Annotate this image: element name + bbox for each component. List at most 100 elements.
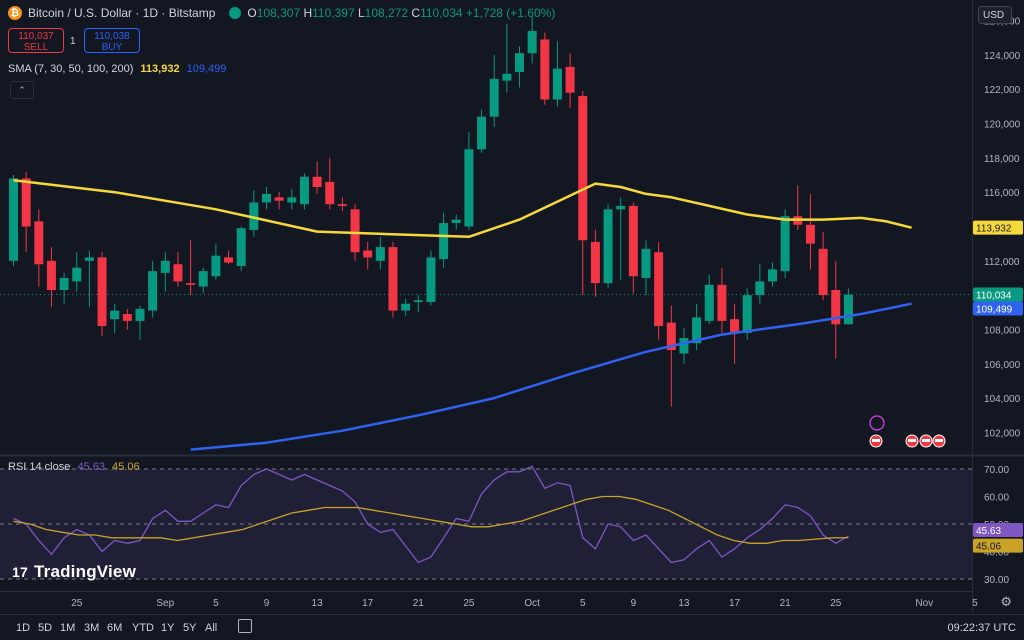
- candle-body: [84, 257, 94, 261]
- candle-body: [46, 260, 56, 290]
- time-tick-label: 25: [463, 598, 475, 609]
- candle-body: [198, 271, 208, 287]
- ohlc-values: O108,307 H110,397 L108,272 C110,034 +1,7…: [247, 6, 556, 20]
- rsi-value: 45.63: [77, 461, 105, 473]
- rsi-tick-label: 70.00: [984, 465, 1009, 476]
- rsi-legend[interactable]: RSI 14 close 45.63 45.06: [8, 461, 140, 473]
- candle-body: [59, 277, 69, 290]
- goto-date-calendar-icon[interactable]: [238, 619, 252, 633]
- candle-body: [603, 209, 613, 284]
- price-tick-label: 116,000: [984, 188, 1020, 199]
- order-quantity[interactable]: 1: [70, 36, 76, 47]
- candle-body: [160, 260, 170, 273]
- candle-body: [375, 247, 385, 261]
- candle-body: [363, 250, 373, 258]
- price-tick-label: 124,000: [984, 51, 1021, 62]
- event-flag-stripe: [908, 439, 916, 442]
- time-tick-label: 21: [413, 598, 425, 609]
- candle-body: [148, 271, 158, 311]
- sma-legend[interactable]: SMA (7, 30, 50, 100, 200) 113,932 109,49…: [8, 63, 226, 75]
- collapse-legend-button[interactable]: ⌃: [10, 81, 34, 99]
- candle-body: [489, 78, 499, 117]
- candle-body: [843, 294, 853, 325]
- range-ytd[interactable]: YTD: [132, 622, 154, 634]
- candle-body: [502, 73, 512, 81]
- time-tick-label: 13: [678, 598, 690, 609]
- settings-gear-icon[interactable]: ⚙: [1000, 594, 1012, 610]
- candle-body: [628, 205, 638, 277]
- candle-body: [464, 149, 474, 227]
- range-1d[interactable]: 1D: [16, 622, 30, 634]
- candle-body: [401, 303, 411, 311]
- candle-body: [818, 248, 828, 296]
- candle-body: [742, 295, 752, 333]
- candle-body: [780, 216, 790, 272]
- time-tick-label: Oct: [524, 598, 540, 609]
- time-tick-label: 17: [362, 598, 374, 609]
- sma-label: SMA (7, 30, 50, 100, 200): [8, 63, 134, 75]
- price-chart[interactable]: 102,000104,000106,000108,000110,000112,0…: [0, 0, 1024, 640]
- candle-body: [325, 181, 335, 205]
- price-tick-label: 102,000: [984, 428, 1021, 439]
- range-all[interactable]: All: [205, 622, 217, 634]
- rsi-label: RSI 14 close: [8, 461, 71, 473]
- candle-body: [552, 68, 562, 100]
- candle-body: [805, 224, 815, 244]
- candle-body: [274, 197, 284, 201]
- candle-body: [287, 197, 297, 203]
- candle-body: [426, 257, 436, 302]
- tradingview-logo-text: TradingView: [33, 562, 137, 581]
- range-6m[interactable]: 6M: [107, 622, 122, 634]
- range-3m[interactable]: 3M: [84, 622, 99, 634]
- candle-body: [515, 53, 524, 73]
- rsi-axis-badge-label: 45.63: [976, 526, 1001, 537]
- candle-body: [590, 241, 600, 284]
- range-1y[interactable]: 1Y: [161, 622, 174, 634]
- symbol-title[interactable]: Bitcoin / U.S. Dollar · 1D · Bitstamp: [28, 6, 215, 20]
- tradingview-logo-mark: 17: [12, 564, 28, 580]
- rsi-tick-label: 60.00: [984, 493, 1009, 504]
- price-tick-label: 120,000: [984, 120, 1021, 131]
- price-axis-badge-label: 109,499: [976, 305, 1013, 316]
- time-tick-label: 25: [71, 598, 83, 609]
- candle-body: [211, 255, 221, 277]
- candle-body: [565, 66, 575, 93]
- time-tick-label: 5: [213, 598, 219, 609]
- candle-body: [262, 193, 271, 203]
- candle-body: [755, 281, 765, 296]
- utc-clock: 09:22:37 UTC: [947, 622, 1016, 634]
- market-open-icon: [229, 7, 242, 19]
- price-tick-label: 118,000: [984, 154, 1020, 165]
- currency-selector[interactable]: USD: [978, 6, 1012, 24]
- time-tick-label: 25: [830, 598, 842, 609]
- candle-body: [578, 96, 588, 241]
- rsi-tick-label: 30.00: [984, 575, 1009, 586]
- candle-body: [312, 176, 322, 188]
- range-1m[interactable]: 1M: [60, 622, 75, 634]
- price-axis-badge-label: 110,034: [976, 291, 1012, 302]
- candle-body: [135, 308, 145, 321]
- candle-body: [768, 269, 777, 282]
- range-5d[interactable]: 5D: [38, 622, 52, 634]
- candle-body: [110, 310, 120, 320]
- time-tick-label: 5: [972, 598, 978, 609]
- time-tick-label: 9: [631, 598, 637, 609]
- candle-body: [173, 264, 183, 282]
- candle-body: [388, 247, 398, 311]
- time-tick-label: 21: [780, 598, 792, 609]
- sma-value-short: 113,932: [140, 63, 180, 75]
- range-5y[interactable]: 5Y: [183, 622, 196, 634]
- chart-header: ₿ Bitcoin / U.S. Dollar · 1D · Bitstamp …: [8, 6, 555, 20]
- candle-body: [186, 283, 196, 285]
- candle-body: [9, 178, 18, 261]
- candle-body: [350, 209, 360, 253]
- candle-body: [451, 219, 461, 224]
- candle-body: [679, 338, 689, 354]
- candle-body: [641, 248, 651, 278]
- sell-button[interactable]: 110,037 SELL: [8, 28, 64, 53]
- candle-body: [72, 267, 82, 282]
- candle-body: [236, 228, 246, 266]
- candle-body: [224, 257, 234, 263]
- candle-body: [34, 221, 44, 265]
- buy-button[interactable]: 110,038 BUY: [84, 28, 140, 53]
